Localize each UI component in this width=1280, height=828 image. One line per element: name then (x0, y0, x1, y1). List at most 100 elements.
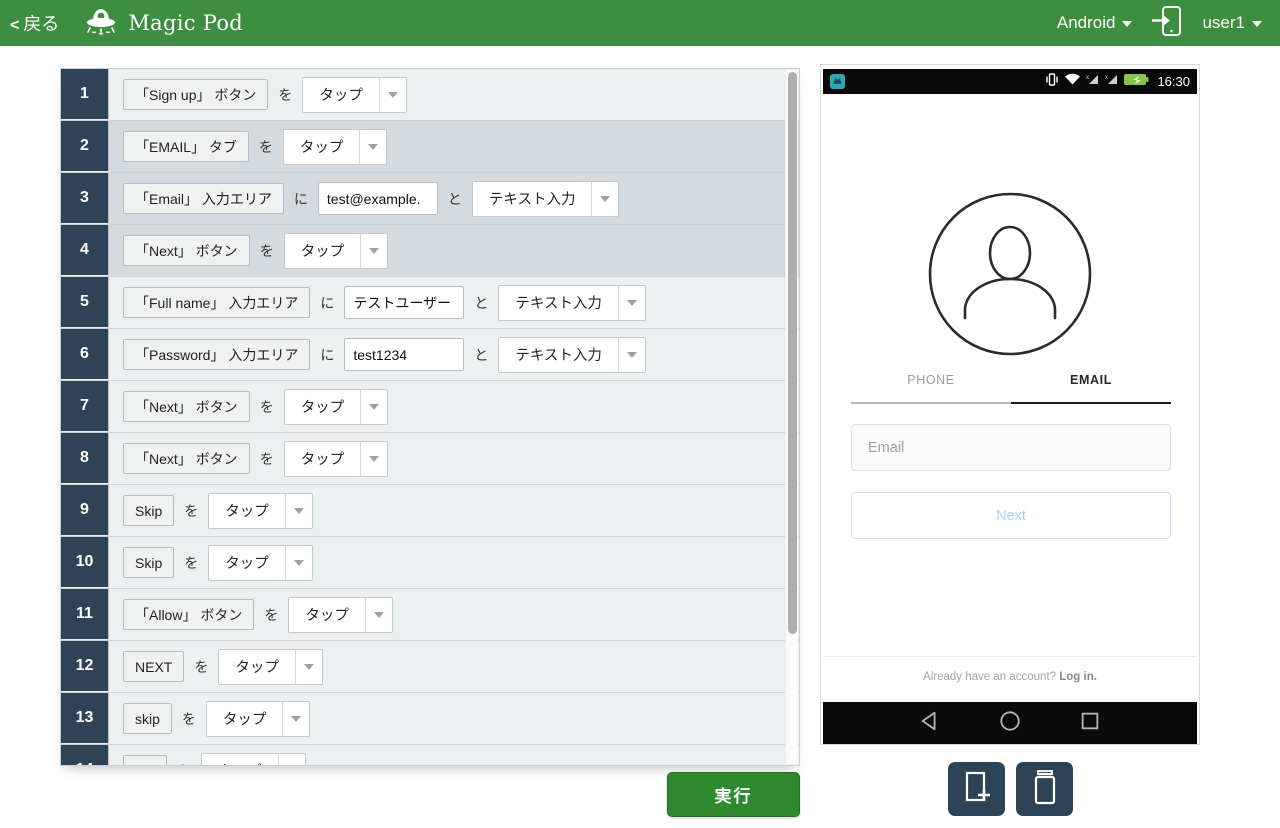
action-dropdown-toggle[interactable] (618, 338, 645, 372)
home-circle-icon[interactable] (999, 710, 1021, 737)
tab-phone[interactable]: PHONE (851, 365, 1011, 404)
phone-status-bar: x x 16:30 (823, 69, 1197, 94)
step-target-button[interactable]: 「Password」 入力エリア (123, 339, 310, 370)
chevron-down-icon (291, 716, 301, 722)
step-number: 12 (61, 641, 109, 692)
vibrate-icon (1045, 72, 1059, 92)
back-label: 戻る (23, 10, 59, 36)
action-label: タップ (284, 130, 360, 164)
step-action-button[interactable]: タップ (208, 545, 313, 581)
step-action-button[interactable]: テキスト入力 (498, 285, 646, 321)
step-value-input[interactable] (344, 286, 464, 319)
step-target-button[interactable]: 「Next」 ボタン (123, 391, 250, 422)
run-button[interactable]: 実行 (667, 772, 800, 817)
step-action-button[interactable]: タップ (218, 649, 323, 685)
particle-text: と (448, 189, 462, 209)
step-target-button[interactable]: 「EMAIL」 タブ (123, 131, 249, 162)
step-number: 9 (61, 485, 109, 536)
no-signal-icon: x (1105, 72, 1119, 91)
chevron-down-icon (369, 404, 379, 410)
step-action-button[interactable]: タップ (208, 493, 313, 529)
step-target-button[interactable]: 「Allow」 ボタン (123, 599, 254, 630)
step-target-button[interactable]: Skip (123, 495, 174, 526)
step-action-button[interactable]: タップ (206, 701, 311, 737)
chevron-down-icon (600, 196, 610, 202)
next-button[interactable]: Next (851, 492, 1171, 539)
step-target-button[interactable]: NEXT (123, 651, 184, 682)
chevron-down-icon (627, 352, 637, 358)
action-dropdown-toggle[interactable] (359, 130, 386, 164)
step-number: 14 (61, 745, 109, 766)
action-dropdown-toggle[interactable] (360, 234, 387, 268)
back-triangle-icon[interactable] (919, 710, 941, 737)
step-target-button[interactable]: 「Next」 ボタン (123, 235, 250, 266)
step-target-button[interactable]: 「Sign up」 ボタン (123, 79, 268, 110)
action-dropdown-toggle[interactable] (360, 390, 387, 424)
scrollbar-thumb[interactable] (788, 72, 797, 634)
action-dropdown-toggle[interactable] (295, 650, 322, 684)
action-dropdown-toggle[interactable] (278, 754, 305, 767)
step-action-button[interactable]: タップ (288, 597, 393, 633)
platform-label: Android (1057, 13, 1116, 33)
action-label: タップ (285, 234, 361, 268)
particle-text: に (294, 189, 308, 209)
step-action-button[interactable]: タップ (284, 233, 389, 269)
action-dropdown-toggle[interactable] (591, 182, 618, 216)
step-target-button[interactable]: 「Full name」 入力エリア (123, 287, 310, 318)
step-list-scrollbar[interactable] (785, 70, 798, 764)
step-row: 13 skip を タップ (61, 693, 799, 745)
step-action-button[interactable]: タップ (284, 389, 389, 425)
step-row: 9 Skip を タップ (61, 485, 799, 537)
step-value-input[interactable] (318, 182, 438, 215)
action-dropdown-toggle[interactable] (285, 494, 312, 528)
particle-text: を (177, 761, 191, 767)
action-label: タップ (303, 78, 379, 112)
step-action-button[interactable]: タップ (283, 129, 388, 165)
signup-tabs: PHONE EMAIL (851, 365, 1171, 404)
action-dropdown-toggle[interactable] (379, 78, 406, 112)
chevron-down-icon (627, 300, 637, 306)
platform-dropdown[interactable]: Android (1057, 13, 1133, 33)
step-action-button[interactable]: テキスト入力 (472, 181, 620, 217)
step-number: 10 (61, 537, 109, 588)
particle-text: に (320, 345, 334, 365)
recents-square-icon[interactable] (1079, 710, 1101, 737)
connect-device-icon[interactable] (1150, 5, 1184, 42)
step-action-button[interactable]: タップ (302, 77, 407, 113)
step-number: 6 (61, 329, 109, 380)
action-dropdown-toggle[interactable] (365, 598, 392, 632)
step-action-button[interactable]: タップ (284, 441, 389, 477)
particle-text: を (264, 605, 278, 625)
step-row: 11 「Allow」 ボタン を タップ (61, 589, 799, 641)
step-target-button[interactable]: skip (123, 703, 172, 734)
step-target-button[interactable] (123, 755, 167, 766)
login-link-row[interactable]: Already have an account? Log in. (823, 671, 1197, 683)
action-dropdown-toggle[interactable] (360, 442, 387, 476)
action-label: テキスト入力 (473, 182, 592, 216)
step-action-button[interactable]: タップ (201, 753, 306, 767)
tab-email[interactable]: EMAIL (1011, 365, 1171, 404)
step-action-button[interactable]: テキスト入力 (498, 337, 646, 373)
magic-pod-ufo-logo-icon (83, 5, 119, 42)
action-dropdown-toggle[interactable] (618, 286, 645, 320)
trash-icon (1029, 770, 1061, 809)
step-row: 2 「EMAIL」 タブ を タップ (61, 121, 799, 173)
login-link[interactable]: Log in. (1059, 671, 1097, 683)
back-button[interactable]: < 戻る (10, 10, 59, 36)
app-header: < 戻る Magic Pod Android (0, 0, 1280, 46)
step-number: 1 (61, 69, 109, 120)
email-field[interactable] (851, 424, 1171, 471)
step-value-input[interactable] (344, 338, 464, 371)
app-logo[interactable]: Magic Pod (83, 5, 243, 42)
action-label: テキスト入力 (499, 338, 618, 372)
user-menu[interactable]: user1 (1202, 13, 1262, 33)
particle-text: を (259, 137, 273, 157)
action-dropdown-toggle[interactable] (285, 546, 312, 580)
action-dropdown-toggle[interactable] (282, 702, 309, 736)
trash-button[interactable] (1016, 762, 1073, 816)
add-screen-button[interactable] (948, 762, 1005, 816)
step-target-button[interactable]: 「Next」 ボタン (123, 443, 250, 474)
step-target-button[interactable]: Skip (123, 547, 174, 578)
step-target-button[interactable]: 「Email」 入力エリア (123, 183, 284, 214)
chevron-down-icon (294, 508, 304, 514)
